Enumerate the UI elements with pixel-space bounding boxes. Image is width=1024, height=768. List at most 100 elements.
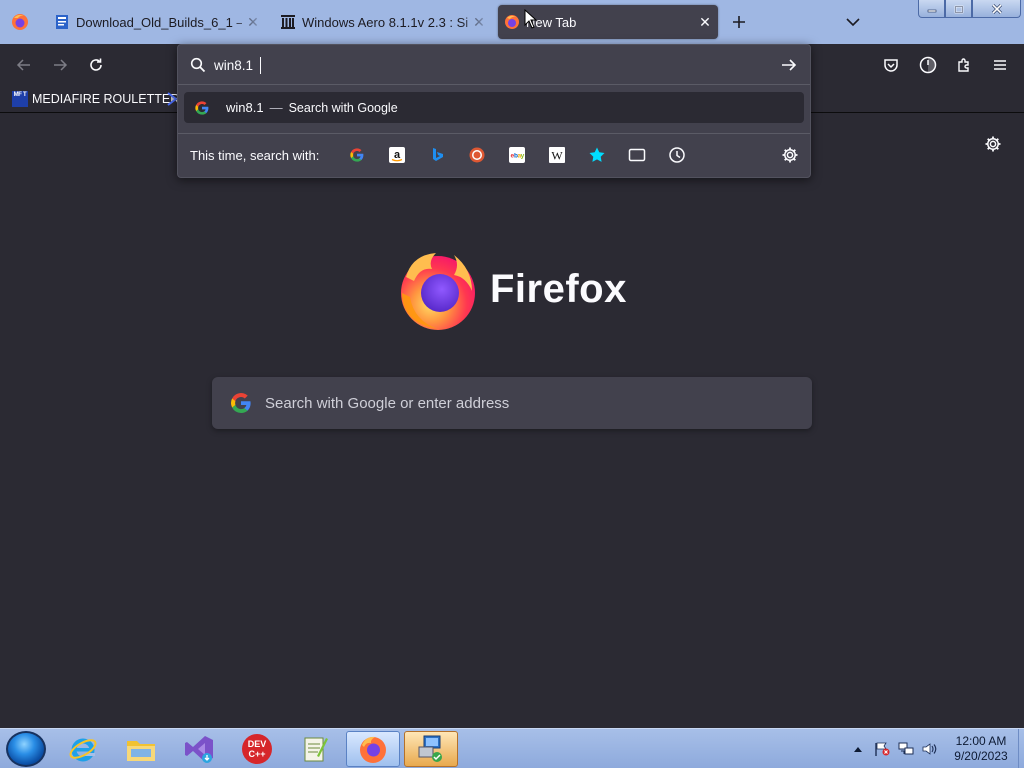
forward-button[interactable] bbox=[49, 54, 71, 76]
one-off-bing-button[interactable] bbox=[428, 146, 446, 164]
suggestion-action: Search with Google bbox=[288, 100, 398, 115]
document-icon bbox=[56, 15, 68, 29]
url-input-row bbox=[178, 45, 810, 85]
duckduckgo-icon bbox=[469, 147, 485, 163]
folder-icon bbox=[127, 741, 155, 761]
content-search-box[interactable]: Search with Google or enter address bbox=[212, 377, 812, 429]
bing-icon bbox=[433, 148, 443, 161]
window-controls bbox=[918, 0, 1021, 18]
one-off-bookmarks-button[interactable] bbox=[588, 146, 606, 164]
tab-icon bbox=[628, 148, 646, 162]
minimize-button[interactable] bbox=[918, 0, 945, 18]
volume-icon-button[interactable] bbox=[922, 742, 938, 756]
pocket-button[interactable] bbox=[880, 54, 902, 76]
one-off-wikipedia-button[interactable]: W bbox=[548, 146, 566, 164]
star-icon bbox=[589, 147, 605, 162]
taskbar-notepad-plus-plus[interactable] bbox=[288, 731, 342, 767]
flag-alert-icon bbox=[875, 742, 890, 756]
puzzle-icon bbox=[958, 58, 969, 72]
tab-title: New Tab bbox=[526, 14, 577, 30]
new-tab-button[interactable] bbox=[728, 11, 750, 33]
one-off-history-button[interactable] bbox=[668, 146, 686, 164]
firefox-wordmark: Firefox bbox=[490, 266, 627, 311]
arrow-left-icon bbox=[16, 59, 30, 71]
clock-time: 12:00 AM bbox=[955, 734, 1007, 748]
network-icon bbox=[898, 742, 914, 755]
close-icon bbox=[991, 3, 1002, 14]
search-settings-button[interactable] bbox=[781, 146, 799, 164]
chevron-up-icon bbox=[854, 747, 862, 752]
firefox-icon bbox=[360, 736, 386, 763]
go-arrow-icon[interactable] bbox=[780, 57, 798, 73]
mouse-cursor-icon bbox=[524, 9, 538, 29]
suggestion-separator: — bbox=[269, 100, 283, 115]
one-off-search-row: This time, search with: a ebay W bbox=[178, 133, 810, 177]
search-icon bbox=[190, 57, 206, 73]
start-button[interactable] bbox=[6, 731, 46, 767]
tab-title: Download_Old_Builds_6_1 – Or bbox=[76, 14, 242, 30]
back-button[interactable] bbox=[13, 54, 35, 76]
one-off-google-button[interactable] bbox=[348, 146, 366, 164]
taskbar-dev-cpp[interactable]: DEV C++ bbox=[230, 731, 284, 767]
suggestion-query: win8.1 bbox=[226, 100, 264, 115]
close-tab-icon[interactable]: ✕ bbox=[246, 14, 260, 30]
google-icon bbox=[350, 148, 364, 162]
google-icon bbox=[231, 393, 251, 413]
tab-windows-aero[interactable]: Windows Aero 8.1.1v 2.3 : Simp ✕ bbox=[274, 5, 492, 39]
gear-icon[interactable] bbox=[984, 135, 1002, 153]
search-suggestion-row[interactable]: win8.1 — Search with Google bbox=[184, 92, 804, 123]
tab-download-old-builds[interactable]: Download_Old_Builds_6_1 – Or ✕ bbox=[48, 5, 266, 39]
taskbar-internet-explorer[interactable] bbox=[56, 731, 110, 767]
taskbar-file-explorer[interactable] bbox=[114, 731, 168, 767]
google-icon bbox=[195, 100, 209, 115]
action-center-icon-button[interactable] bbox=[874, 742, 890, 756]
firefox-logo-icon bbox=[401, 253, 475, 330]
app-menu-button[interactable] bbox=[989, 54, 1011, 76]
one-off-duckduckgo-button[interactable] bbox=[468, 146, 486, 164]
close-tab-icon[interactable]: ✕ bbox=[472, 14, 486, 30]
control-panel-icon bbox=[418, 735, 442, 762]
url-input[interactable] bbox=[214, 56, 734, 75]
show-desktop-button[interactable] bbox=[1018, 729, 1024, 768]
bookmark-favicon: MF T bbox=[12, 91, 28, 107]
close-window-button[interactable] bbox=[972, 0, 1021, 18]
svg-text:W: W bbox=[551, 149, 563, 163]
taskbar-visual-studio-installer[interactable] bbox=[172, 731, 226, 767]
firefox-view-icon[interactable] bbox=[10, 12, 30, 32]
show-hidden-icons-button[interactable] bbox=[850, 742, 866, 756]
content-search-placeholder: Search with Google or enter address bbox=[265, 394, 510, 412]
clock[interactable]: 12:00 AM 9/20/2023 bbox=[946, 734, 1016, 764]
one-off-label: This time, search with: bbox=[190, 148, 320, 163]
extensions-button[interactable] bbox=[953, 54, 975, 76]
account-button[interactable] bbox=[917, 54, 939, 76]
taskbar-control-panel[interactable] bbox=[404, 731, 458, 767]
network-icon-button[interactable] bbox=[898, 742, 914, 756]
close-tab-icon[interactable]: ✕ bbox=[698, 14, 712, 30]
one-off-ebay-button[interactable]: ebay bbox=[508, 146, 526, 164]
tab-title: Windows Aero 8.1.1v 2.3 : Simp bbox=[302, 14, 468, 30]
tab-strip: Download_Old_Builds_6_1 – Or ✕ Windows A… bbox=[0, 0, 1024, 44]
taskbar: DEV C++ 12:00 AM 9/20/2023 bbox=[0, 728, 1024, 768]
chevron-down-icon[interactable] bbox=[843, 13, 863, 31]
firefox-icon bbox=[505, 15, 519, 29]
svg-text:y: y bbox=[521, 153, 525, 160]
one-off-amazon-button[interactable]: a bbox=[388, 146, 406, 164]
reload-button[interactable] bbox=[85, 54, 107, 76]
clock-icon bbox=[669, 147, 685, 163]
text-caret bbox=[260, 57, 261, 74]
taskbar-firefox[interactable] bbox=[346, 731, 400, 767]
one-off-tabs-button[interactable] bbox=[628, 146, 646, 164]
arrow-right-icon bbox=[54, 59, 68, 71]
account-icon bbox=[919, 56, 937, 74]
dev-cpp-icon: DEV C++ bbox=[242, 734, 272, 764]
reload-icon bbox=[90, 58, 102, 71]
pocket-icon bbox=[884, 59, 898, 72]
bookmark-favicon-icon[interactable] bbox=[167, 91, 177, 107]
amazon-icon: a bbox=[389, 147, 405, 163]
gear-icon bbox=[782, 147, 798, 163]
visual-studio-icon bbox=[185, 736, 213, 763]
clock-date: 9/20/2023 bbox=[954, 749, 1008, 763]
bookmark-mediafire-rouletter[interactable]: MF T MEDIAFIRE ROULETTER bbox=[12, 89, 179, 109]
bookmark-label: MEDIAFIRE ROULETTER bbox=[32, 92, 180, 106]
restore-button[interactable] bbox=[945, 0, 972, 18]
